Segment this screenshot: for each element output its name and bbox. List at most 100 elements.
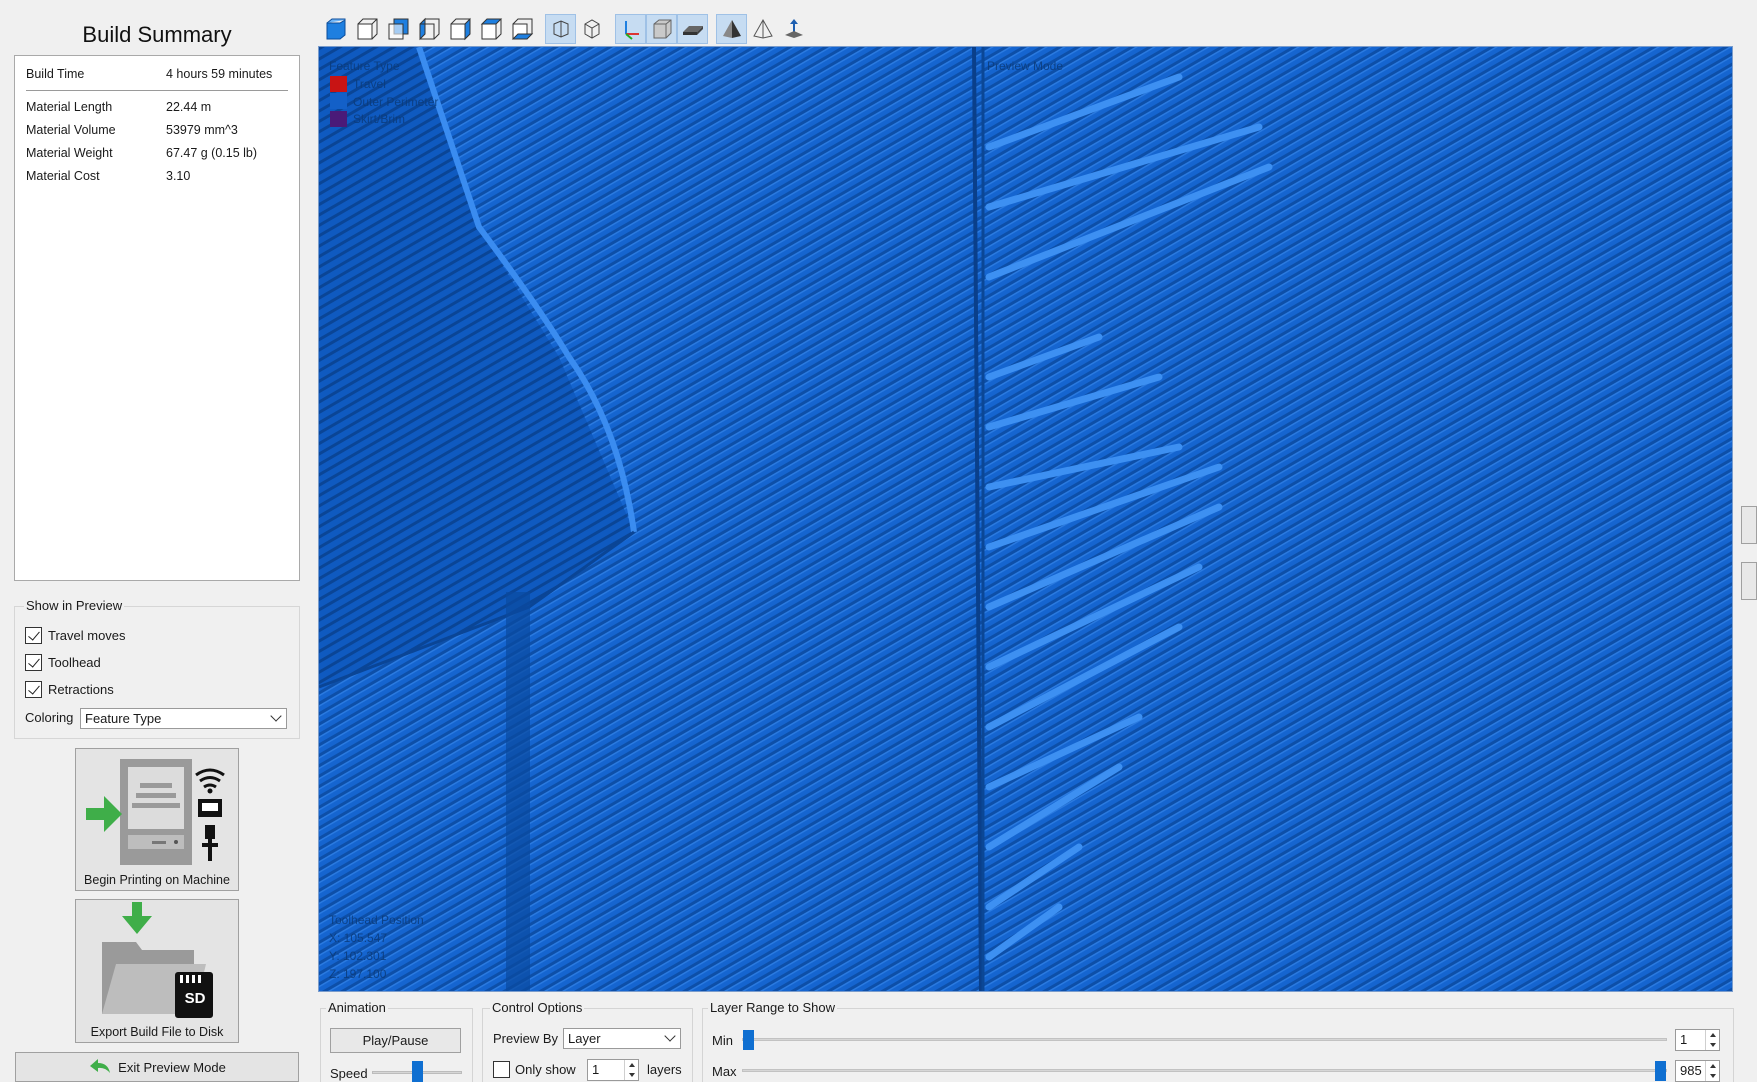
legend-swatch-outer-perimeter [330, 93, 347, 109]
view-bottom-icon[interactable] [506, 14, 537, 44]
min-layer-value: 1 [1680, 1032, 1688, 1047]
toolhead-checkbox[interactable]: Toolhead [25, 653, 101, 671]
coloring-dropdown[interactable]: Feature Type [80, 708, 287, 729]
wireframe-model-icon[interactable] [747, 14, 778, 44]
build-summary-title: Build Summary [82, 22, 232, 47]
view-front-icon[interactable] [351, 14, 382, 44]
summary-key: Material Cost [26, 169, 100, 183]
layers-label: layers [647, 1062, 682, 1077]
legend-label-outer-perimeter: Outer Perimeter [353, 95, 439, 109]
side-tab-bottom[interactable] [1741, 562, 1757, 600]
summary-key: Build Time [26, 67, 85, 81]
max-layer-slider-handle[interactable] [1655, 1061, 1666, 1081]
only-show-layers-spinbox[interactable]: 1 [587, 1059, 639, 1081]
legend-label-skirt-brim: Skirt/Brim [353, 112, 405, 126]
perspective-icon[interactable] [545, 14, 576, 44]
min-layer-slider[interactable] [742, 1038, 1667, 1041]
min-layer-spinbox[interactable]: 1 [1675, 1029, 1720, 1051]
max-label: Max [712, 1064, 737, 1079]
printer-machine-icon [86, 759, 225, 865]
bed-icon[interactable] [677, 14, 708, 44]
summary-divider [26, 90, 288, 91]
left-panel: Build Summary Build Time 4 hours 59 minu… [0, 0, 312, 1082]
summary-key: Material Volume [26, 123, 116, 137]
travel-moves-label: Travel moves [48, 627, 126, 643]
print-model-render [319, 47, 1732, 991]
legend-title: Feature Type [329, 59, 400, 73]
show-in-preview-title: Show in Preview [24, 598, 125, 613]
summary-value: 22.44 m [166, 100, 212, 114]
spinner-arrows-icon[interactable] [1705, 1030, 1719, 1050]
summary-value: 53979 mm^3 [166, 123, 238, 137]
retractions-checkbox[interactable]: Retractions [25, 680, 114, 698]
side-tab-top[interactable] [1741, 506, 1757, 544]
view-top-icon[interactable] [475, 14, 506, 44]
begin-printing-label: Begin Printing on Machine [84, 873, 230, 887]
summary-value: 67.47 g (0.15 lb) [166, 146, 258, 160]
toolhead-y: Y: 102.301 [329, 949, 387, 963]
only-show-label: Only show [515, 1062, 576, 1077]
preview-by-dropdown[interactable]: Layer [563, 1028, 681, 1049]
min-label: Min [712, 1033, 733, 1048]
build-volume-icon[interactable] [646, 14, 677, 44]
axes-icon[interactable] [615, 14, 646, 44]
folder-export-icon [102, 902, 213, 1018]
retractions-label: Retractions [48, 681, 114, 697]
preview-by-value: Layer [568, 1031, 601, 1046]
begin-printing-button[interactable]: Begin Printing on Machine [75, 748, 239, 891]
max-layer-value: 985 [1680, 1063, 1702, 1078]
checkbox-box[interactable] [25, 626, 42, 644]
exit-preview-label: Exit Preview Mode [118, 1059, 226, 1075]
max-layer-spinbox[interactable]: 985 [1675, 1060, 1720, 1082]
legend-label-travel: Travel [353, 77, 386, 91]
speed-label: Speed [330, 1066, 368, 1081]
export-build-label: Export Build File to Disk [90, 1025, 224, 1039]
summary-row-material-weight: Material Weight 67.47 g (0.15 lb) [26, 146, 288, 166]
max-layer-slider[interactable] [742, 1069, 1667, 1072]
exit-preview-button[interactable]: Exit Preview Mode [15, 1052, 299, 1082]
checkbox-box[interactable] [25, 653, 42, 671]
coordinate-icon[interactable] [778, 14, 809, 44]
checkbox-box[interactable] [25, 680, 42, 698]
sd-card-label: SD [184, 990, 206, 1007]
toolhead-z: Z: 197.100 [329, 967, 387, 981]
spinner-arrows-icon[interactable] [624, 1060, 638, 1080]
summary-row-build-time: Build Time 4 hours 59 minutes [26, 67, 288, 87]
toolhead-position-title: Toolhead Position [329, 913, 424, 927]
view-back-icon[interactable] [382, 14, 413, 44]
chevron-down-icon [270, 710, 282, 722]
min-layer-slider-handle[interactable] [743, 1030, 754, 1050]
spinner-arrows-icon[interactable] [1705, 1061, 1719, 1081]
view-iso-icon[interactable] [320, 14, 351, 44]
play-pause-button[interactable]: Play/Pause [330, 1028, 461, 1053]
legend-swatch-travel [330, 76, 347, 92]
control-options-title: Control Options [490, 1000, 585, 1015]
chevron-down-icon [664, 1030, 676, 1042]
view-right-icon[interactable] [444, 14, 475, 44]
back-arrow-icon [90, 1059, 111, 1073]
export-build-button[interactable]: SD Export Build File to Disk [75, 899, 239, 1043]
legend-swatch-skirt-brim [330, 111, 347, 127]
3d-preview-viewport[interactable]: Feature Type Travel Outer Perimeter Skir… [318, 46, 1733, 992]
summary-key: Material Length [26, 100, 113, 114]
preview-mode-label: Preview Mode [987, 59, 1064, 73]
toolhead-label: Toolhead [48, 654, 101, 670]
view-toolbar [320, 14, 809, 44]
only-show-checkbox[interactable] [493, 1061, 510, 1078]
summary-row-material-cost: Material Cost 3.10 [26, 169, 288, 189]
summary-row-material-volume: Material Volume 53979 mm^3 [26, 123, 288, 143]
toolhead-x: X: 105.547 [329, 931, 388, 945]
summary-value: 3.10 [166, 169, 191, 183]
orthographic-icon[interactable] [576, 14, 607, 44]
solid-model-icon[interactable] [716, 14, 747, 44]
build-summary-table: Build Time 4 hours 59 minutes Material L… [14, 55, 300, 581]
layer-range-title: Layer Range to Show [708, 1000, 838, 1015]
summary-row-material-length: Material Length 22.44 m [26, 100, 288, 120]
preview-by-label: Preview By [493, 1031, 559, 1046]
view-left-icon[interactable] [413, 14, 444, 44]
coloring-value: Feature Type [85, 711, 162, 726]
travel-moves-checkbox[interactable]: Travel moves [25, 626, 126, 644]
speed-slider-handle[interactable] [412, 1061, 423, 1082]
app-window: Build Summary Build Time 4 hours 59 minu… [0, 0, 1757, 1082]
summary-key: Material Weight [26, 146, 113, 160]
